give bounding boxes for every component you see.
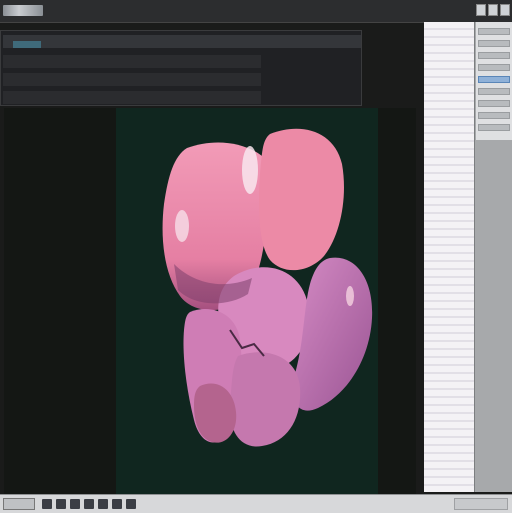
window-titlebar xyxy=(0,0,512,23)
organ-bottom-mass xyxy=(229,352,301,447)
info-line-3 xyxy=(3,73,261,86)
organ-render xyxy=(162,128,373,447)
property-row[interactable] xyxy=(478,64,510,71)
organ-right-segment xyxy=(292,257,373,411)
window-controls xyxy=(476,4,510,16)
info-panel xyxy=(0,30,362,106)
maximize-icon[interactable] xyxy=(488,4,498,16)
app-icon[interactable] xyxy=(126,499,136,509)
organ-highlight-2 xyxy=(175,210,189,242)
app-icon[interactable] xyxy=(112,499,122,509)
start-icon[interactable] xyxy=(3,498,35,510)
organ-right-lobe xyxy=(259,128,344,271)
app-icon[interactable] xyxy=(98,499,108,509)
3d-viewport[interactable] xyxy=(4,108,416,494)
minimize-icon[interactable] xyxy=(476,4,486,16)
property-row[interactable] xyxy=(478,28,510,35)
property-row[interactable] xyxy=(478,40,510,47)
info-highlight xyxy=(13,41,41,48)
property-row[interactable] xyxy=(478,52,510,59)
side-scroll-strip[interactable] xyxy=(424,22,474,492)
app-icon[interactable] xyxy=(70,499,80,509)
organ-highlight-3 xyxy=(346,286,354,306)
properties-panel xyxy=(474,22,512,492)
info-line-1 xyxy=(3,35,361,48)
system-tray[interactable] xyxy=(454,498,508,510)
taskbar xyxy=(0,494,512,513)
property-row-selected[interactable] xyxy=(478,76,510,83)
property-row[interactable] xyxy=(478,88,510,95)
property-row[interactable] xyxy=(478,124,510,131)
app-icon[interactable] xyxy=(42,499,52,509)
close-icon[interactable] xyxy=(500,4,510,16)
organ-highlight xyxy=(242,146,258,194)
property-row[interactable] xyxy=(478,100,510,107)
info-line-4 xyxy=(3,91,261,104)
info-line-2 xyxy=(3,55,261,68)
app-icon[interactable] xyxy=(56,499,66,509)
property-row[interactable] xyxy=(478,112,510,119)
app-logo-icon xyxy=(3,5,43,16)
app-icon[interactable] xyxy=(84,499,94,509)
